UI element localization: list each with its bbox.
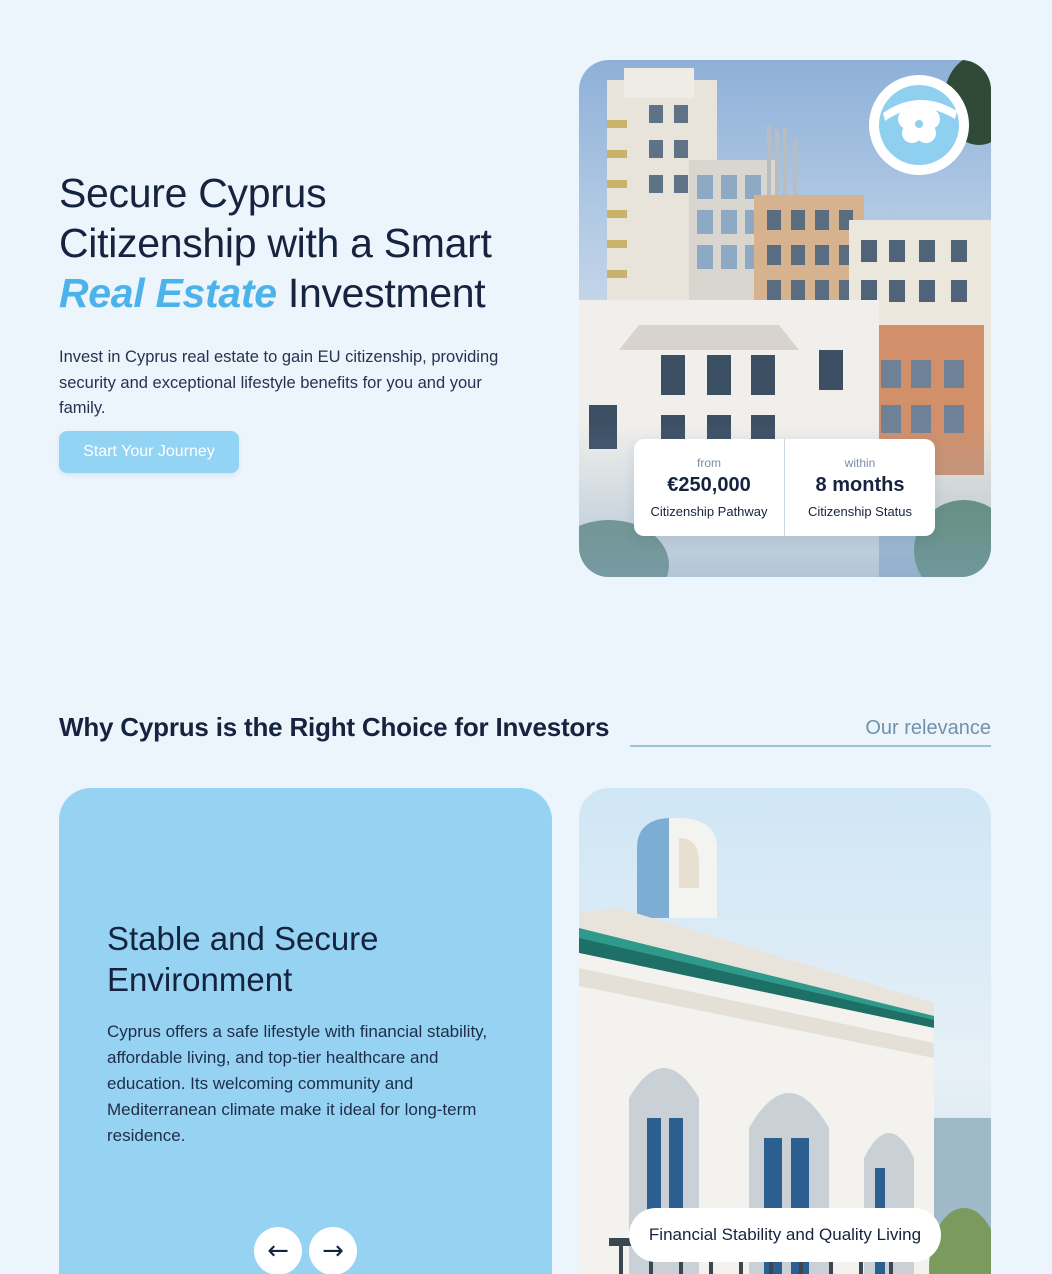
stat-time: within 8 months Citizenship Status xyxy=(784,439,935,536)
hero-title: Secure Cyprus Citizenship with a Smart R… xyxy=(59,168,539,318)
flower-logo-icon xyxy=(879,85,959,165)
feature-villa-image: Financial Stability and Quality Living xyxy=(579,788,991,1274)
start-journey-button[interactable]: Start Your Journey xyxy=(59,431,239,473)
flower-logo-badge xyxy=(869,75,969,175)
prev-slide-button[interactable]: ← xyxy=(254,1227,302,1274)
section-title: Why Cyprus is the Right Choice for Inves… xyxy=(59,712,610,742)
feature-title: Stable and Secure Environment xyxy=(107,920,379,998)
image-caption-pill: Financial Stability and Quality Living xyxy=(629,1208,941,1262)
hero-title-line2: Citizenship with a Smart xyxy=(59,220,492,266)
hero-description: Invest in Cyprus real estate to gain EU … xyxy=(59,348,499,417)
hero-title-end: Investment xyxy=(287,270,486,316)
stat-price-label: Citizenship Pathway xyxy=(650,504,768,519)
feature-text: Cyprus offers a safe lifestyle with fina… xyxy=(107,1022,488,1145)
stat-price-value: €250,000 xyxy=(667,474,751,496)
stats-card: from €250,000 Citizenship Pathway within… xyxy=(634,439,935,536)
hero-text-block: Secure Cyprus Citizenship with a Smart R… xyxy=(59,168,539,473)
arrow-left-icon: ← xyxy=(267,1236,289,1266)
stat-time-label: Citizenship Status xyxy=(807,504,913,519)
stat-time-value: 8 months xyxy=(815,474,905,496)
stat-price: from €250,000 Citizenship Pathway xyxy=(634,439,784,536)
section-tag: Our relevance xyxy=(630,717,991,747)
hero-title-line1: Secure Cyprus xyxy=(59,170,327,216)
arrow-right-icon: → xyxy=(322,1236,344,1266)
hero-building-image: from €250,000 Citizenship Pathway within… xyxy=(579,60,991,577)
stat-price-prefix: from xyxy=(697,456,721,470)
next-slide-button[interactable]: → xyxy=(309,1227,357,1274)
hero-title-accent: Real Estate xyxy=(59,270,277,316)
feature-card: Stable and Secure Environment Cyprus off… xyxy=(59,788,552,1274)
stat-time-prefix: within xyxy=(844,456,876,470)
villa-illustration xyxy=(579,818,991,1274)
